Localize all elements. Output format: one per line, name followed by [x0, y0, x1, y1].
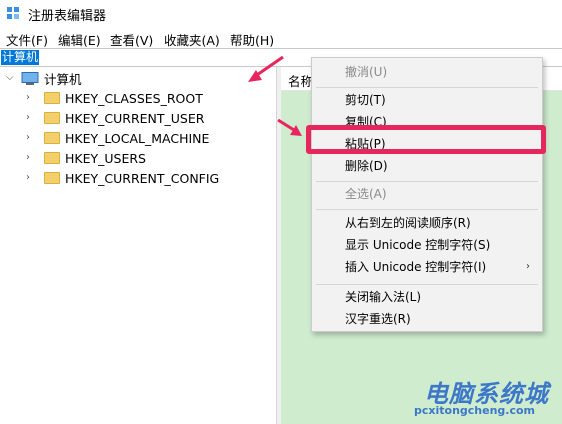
menu-help[interactable]: 帮助(H) [230, 30, 274, 49]
folder-icon [44, 92, 60, 104]
folder-icon [44, 132, 60, 144]
folder-icon [44, 172, 60, 184]
paste-highlight-box [306, 125, 546, 154]
collapse-chevron-icon[interactable]: ⌵ [6, 73, 16, 83]
tree-item-label: HKEY_CURRENT_CONFIG [65, 170, 220, 186]
watermark-logo: 电脑系统城 pcxitongcheng.com [414, 372, 562, 424]
ctx-show-unicode[interactable]: 显示 Unicode 控制字符(S) [312, 234, 542, 256]
tree-item-hku[interactable]: › HKEY_USERS [26, 148, 146, 168]
menu-bar: 文件(F) 编辑(E) 查看(V) 收藏夹(A) 帮助(H) [0, 27, 562, 48]
regedit-app-icon [7, 7, 19, 19]
expand-chevron-icon[interactable]: › [26, 153, 36, 163]
menu-file[interactable]: 文件(F) [6, 30, 48, 49]
column-name-label: 名称 [288, 74, 314, 89]
expand-chevron-icon[interactable]: › [26, 113, 36, 123]
tree-item-hkcc[interactable]: › HKEY_CURRENT_CONFIG [26, 168, 219, 188]
tree-root-row[interactable]: ⌵ 计算机 [6, 68, 82, 88]
expand-chevron-icon[interactable]: › [26, 93, 36, 103]
ctx-reconvert[interactable]: 汉字重选(R) [312, 308, 542, 330]
ctx-select-all[interactable]: 全选(A) [312, 183, 542, 205]
ctx-insert-unicode-label: 插入 Unicode 控制字符(I) [345, 260, 487, 274]
menu-separator [316, 209, 538, 210]
folder-icon [44, 152, 60, 164]
tree-item-hklm[interactable]: › HKEY_LOCAL_MACHINE [26, 128, 209, 148]
ctx-insert-unicode[interactable]: 插入 Unicode 控制字符(I) › [312, 256, 542, 278]
tree-item-hkcr[interactable]: › HKEY_CLASSES_ROOT [26, 88, 203, 108]
menu-edit[interactable]: 编辑(E) [58, 30, 101, 49]
menu-separator [316, 87, 538, 88]
tree-item-hkcu[interactable]: › HKEY_CURRENT_USER [26, 108, 204, 128]
menu-favorites[interactable]: 收藏夹(A) [164, 30, 220, 49]
watermark-url: pcxitongcheng.com [414, 404, 536, 417]
ctx-delete[interactable]: 删除(D) [312, 155, 542, 177]
folder-icon [44, 112, 60, 124]
submenu-arrow-icon: › [526, 261, 530, 272]
ctx-cut[interactable]: 剪切(T) [312, 89, 542, 111]
ctx-rtl-reading[interactable]: 从右到左的阅读顺序(R) [312, 212, 542, 234]
expand-chevron-icon[interactable]: › [26, 133, 36, 143]
address-input[interactable]: 计算机 [1, 50, 40, 65]
context-menu: 撤消(U) 剪切(T) 复制(C) 粘贴(P) 删除(D) 全选(A) 从右到左… [311, 57, 543, 332]
ctx-undo[interactable]: 撤消(U) [312, 61, 542, 83]
title-bar: 注册表编辑器 [0, 0, 562, 27]
ctx-close-ime[interactable]: 关闭输入法(L) [312, 286, 542, 308]
tree-item-label: HKEY_CLASSES_ROOT [65, 90, 203, 106]
window-title: 注册表编辑器 [28, 9, 107, 24]
tree-pane: ⌵ 计算机 › HKEY_CLASSES_ROOT › HKEY_CURRENT… [0, 67, 277, 424]
menu-separator [316, 181, 538, 182]
menu-separator [316, 284, 538, 285]
tree-root-label: 计算机 [44, 71, 82, 87]
tree-item-label: HKEY_USERS [65, 150, 146, 166]
expand-chevron-icon[interactable]: › [26, 173, 36, 183]
tree-item-label: HKEY_LOCAL_MACHINE [65, 130, 210, 146]
computer-icon [21, 71, 39, 85]
tree-item-label: HKEY_CURRENT_USER [65, 110, 205, 126]
menu-view[interactable]: 查看(V) [110, 30, 153, 49]
